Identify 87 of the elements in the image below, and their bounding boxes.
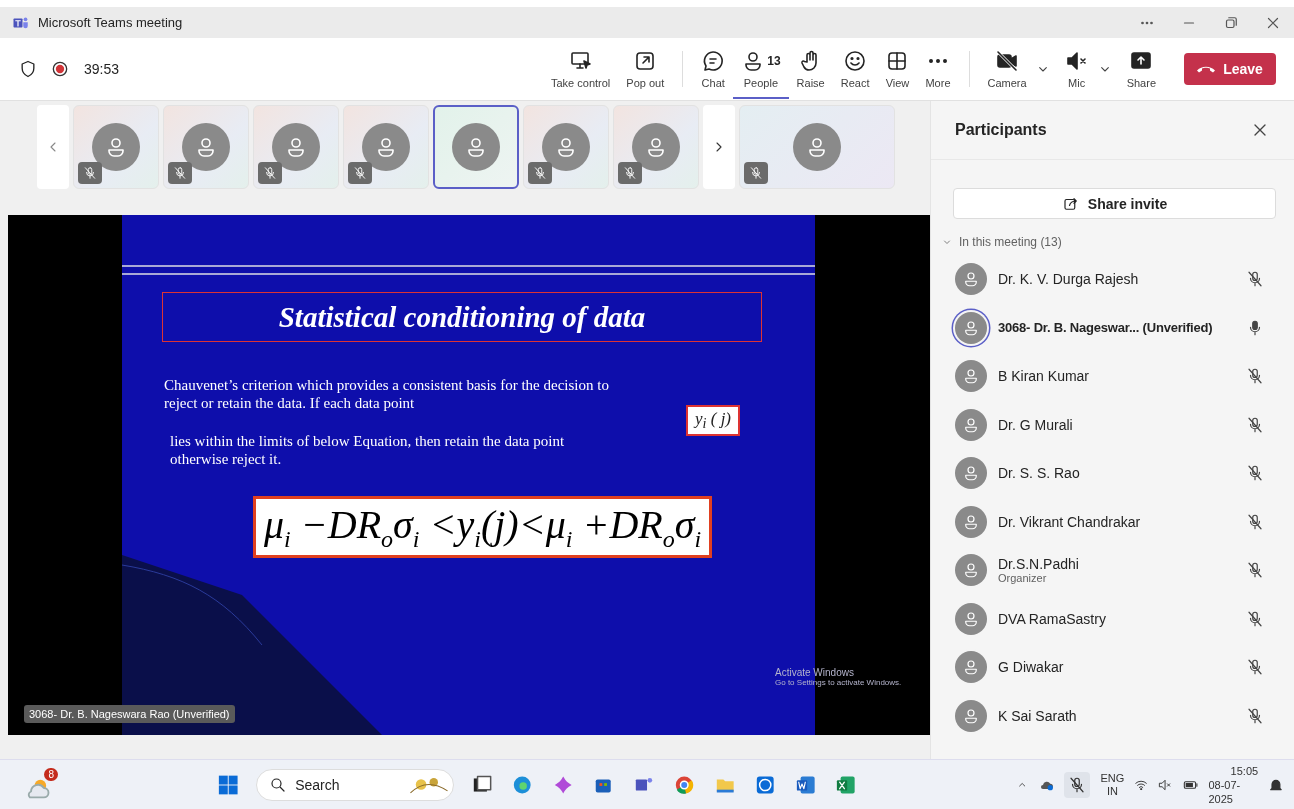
toolbar-button[interactable]: Pop out — [618, 39, 673, 99]
participant-name: Dr. G Murali — [998, 416, 1074, 433]
equation: μ$_{i}$ −DR$_{o}$σ$_{i}$ <y$_{i}$(j)<μ$_{i}$ +DR$_{o}$σ$_{i}$ — [253, 496, 713, 558]
participant-row[interactable]: B Kiran Kumar — [931, 352, 1294, 401]
participant-name: Dr.S.N.Padhi — [998, 556, 1080, 573]
share-invite-button[interactable]: Share invite — [953, 188, 1276, 219]
clock-date: 08-07-2025 — [1208, 777, 1242, 806]
mic-off-icon — [1246, 512, 1264, 531]
variable-label: y$_{i}$ ( j) — [686, 405, 741, 437]
toolbar-button[interactable]: Chat — [693, 39, 734, 99]
participant-name: DVA RamaSastry — [998, 610, 1107, 627]
slide-paragraph: lies within the limits of below Equation, then retain the data point otherwise reject it. — [170, 432, 566, 468]
window-title: Microsoft Teams meeting — [38, 15, 183, 30]
participant-tile[interactable] — [433, 105, 519, 189]
toolbar-button[interactable]: Take control — [543, 39, 619, 99]
leave-button[interactable]: Leave — [1184, 53, 1276, 85]
camera-off-icon — [995, 48, 1020, 73]
slide-title: Statistical conditioning of data — [162, 292, 762, 342]
mic-off-icon — [1246, 415, 1264, 434]
mic-off-icon — [353, 166, 367, 180]
mic-off-icon — [83, 166, 97, 180]
region-indicator: IN — [1106, 784, 1118, 798]
participant-row[interactable]: 3068- Dr. B. Nageswar... (Unverified) — [931, 303, 1294, 352]
toolbar-button[interactable]: View — [877, 39, 918, 99]
person-icon — [962, 609, 980, 628]
mic-off-icon — [1246, 706, 1264, 725]
participant-name: G Diwakar — [998, 659, 1065, 676]
weather-widget[interactable]: 8 — [24, 767, 58, 802]
person-icon — [962, 464, 980, 483]
mic-off-icon — [749, 166, 763, 180]
mic-off-icon — [623, 166, 637, 180]
toolbar-button[interactable]: Camera — [979, 39, 1035, 99]
toolbar-button[interactable]: Mic — [1056, 39, 1097, 99]
participant-name: Dr. Vikrant Chandrakar — [998, 513, 1142, 530]
participant-row[interactable]: Dr.S.N.Padhi Organizer — [931, 546, 1294, 595]
person-icon — [962, 415, 980, 434]
person-icon — [962, 512, 980, 531]
panel-title: Participants — [955, 121, 1047, 139]
mic-off-icon — [1246, 609, 1264, 628]
person-icon — [962, 658, 980, 677]
mic-off-button[interactable] — [1064, 771, 1091, 798]
mic-off-icon — [173, 166, 187, 180]
mic-off-icon — [1246, 658, 1264, 677]
mic-off-icon — [263, 166, 277, 180]
chat-icon — [701, 48, 726, 73]
mic-off-icon — [1246, 270, 1264, 289]
meeting-timer: 39:53 — [84, 61, 120, 77]
mic-off-icon — [1246, 561, 1264, 580]
person-icon — [962, 270, 980, 289]
mic-off-icon — [1246, 367, 1264, 386]
participant-row[interactable]: DVA RamaSastry — [931, 594, 1294, 643]
participant-name: Dr. S. S. Rao — [998, 465, 1081, 482]
toolbar-button[interactable]: More — [917, 39, 959, 99]
person-icon — [962, 706, 980, 725]
more-icon — [929, 58, 947, 63]
presenter-name-label: 3068- Dr. B. Nageswara Rao (Unverified) — [24, 705, 235, 723]
participant-count: 13 — [767, 53, 781, 68]
mic-off-icon — [1068, 775, 1087, 794]
person-icon — [962, 561, 980, 580]
flower-picture — [408, 775, 449, 794]
participant-row[interactable]: Dr. Vikrant Chandrakar — [931, 497, 1294, 546]
mic-off-icon — [533, 166, 547, 180]
participant-row[interactable]: Dr. S. S. Rao — [931, 449, 1294, 498]
phone-hangup-icon — [1197, 65, 1216, 73]
person-icon — [962, 318, 980, 337]
clock-time: 15:05 — [1230, 763, 1259, 778]
participant-row[interactable]: Dr. K. V. Durga Rajesh — [931, 255, 1294, 304]
notification-badge: 8 — [44, 767, 58, 781]
language-indicator: ENG — [1100, 771, 1125, 785]
person-icon — [962, 367, 980, 386]
section-header[interactable]: In this meeting (13) — [941, 229, 1062, 255]
participant-row[interactable]: K Sai Sarath — [931, 691, 1294, 740]
participant-row[interactable]: Dr. G Murali — [931, 400, 1294, 449]
toolbar-button[interactable]: React — [832, 39, 878, 99]
slide-paragraph: Chauvenet’s criterion which provides a consistent basis for the decision to reject or retain the data. If each data point — [164, 376, 609, 412]
toolbar-button[interactable]: 13 People — [733, 39, 789, 99]
toolbar-button[interactable]: Raise — [788, 39, 833, 99]
participant-name: 3068- Dr. B. Nageswar... (Unverified) — [998, 320, 1214, 336]
toolbar-button[interactable]: Share — [1118, 39, 1164, 99]
mic-off-icon — [1246, 464, 1264, 483]
taskbar-search[interactable]: Search — [256, 768, 454, 801]
participant-role: Organizer — [998, 572, 1048, 585]
participant-name: B Kiran Kumar — [998, 368, 1091, 385]
participant-name: K Sai Sarath — [998, 707, 1078, 724]
smiley-icon — [843, 48, 868, 73]
participant-name: Dr. K. V. Durga Rajesh — [998, 271, 1140, 288]
participant-row[interactable]: G Diwakar — [931, 643, 1294, 692]
